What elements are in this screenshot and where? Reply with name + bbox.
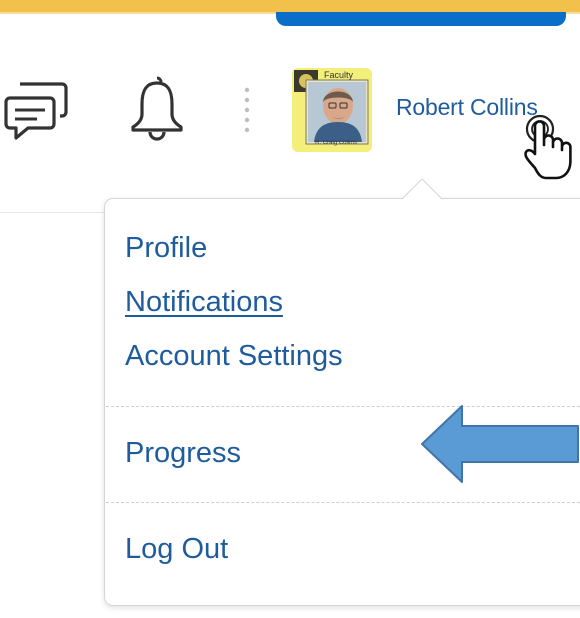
avatar-top-label: Faculty <box>324 70 354 80</box>
bell-icon[interactable] <box>128 74 186 142</box>
avatar-bottom-label: R. Craig Collins <box>315 140 357 146</box>
header-bottom-border <box>0 212 108 213</box>
menu-separator <box>106 502 580 503</box>
active-tab-indicator[interactable] <box>276 12 566 26</box>
menu-item-account-settings[interactable]: Account Settings <box>125 340 343 373</box>
header-divider-dots <box>242 86 252 136</box>
menu-caret <box>402 178 442 200</box>
menu-item-notifications[interactable]: Notifications <box>125 286 283 319</box>
page: Faculty R. Craig Collins Robert Collins … <box>0 0 580 618</box>
menu-item-profile[interactable]: Profile <box>125 232 207 265</box>
user-name-link[interactable]: Robert Collins <box>396 94 538 121</box>
menu-item-log-out[interactable]: Log Out <box>125 533 228 566</box>
menu-item-progress[interactable]: Progress <box>125 437 241 470</box>
left-arrow-annotation-icon <box>421 405 579 483</box>
chat-icon[interactable] <box>4 76 68 142</box>
top-accent-stripe <box>0 0 580 12</box>
hand-cursor-icon <box>518 112 576 184</box>
